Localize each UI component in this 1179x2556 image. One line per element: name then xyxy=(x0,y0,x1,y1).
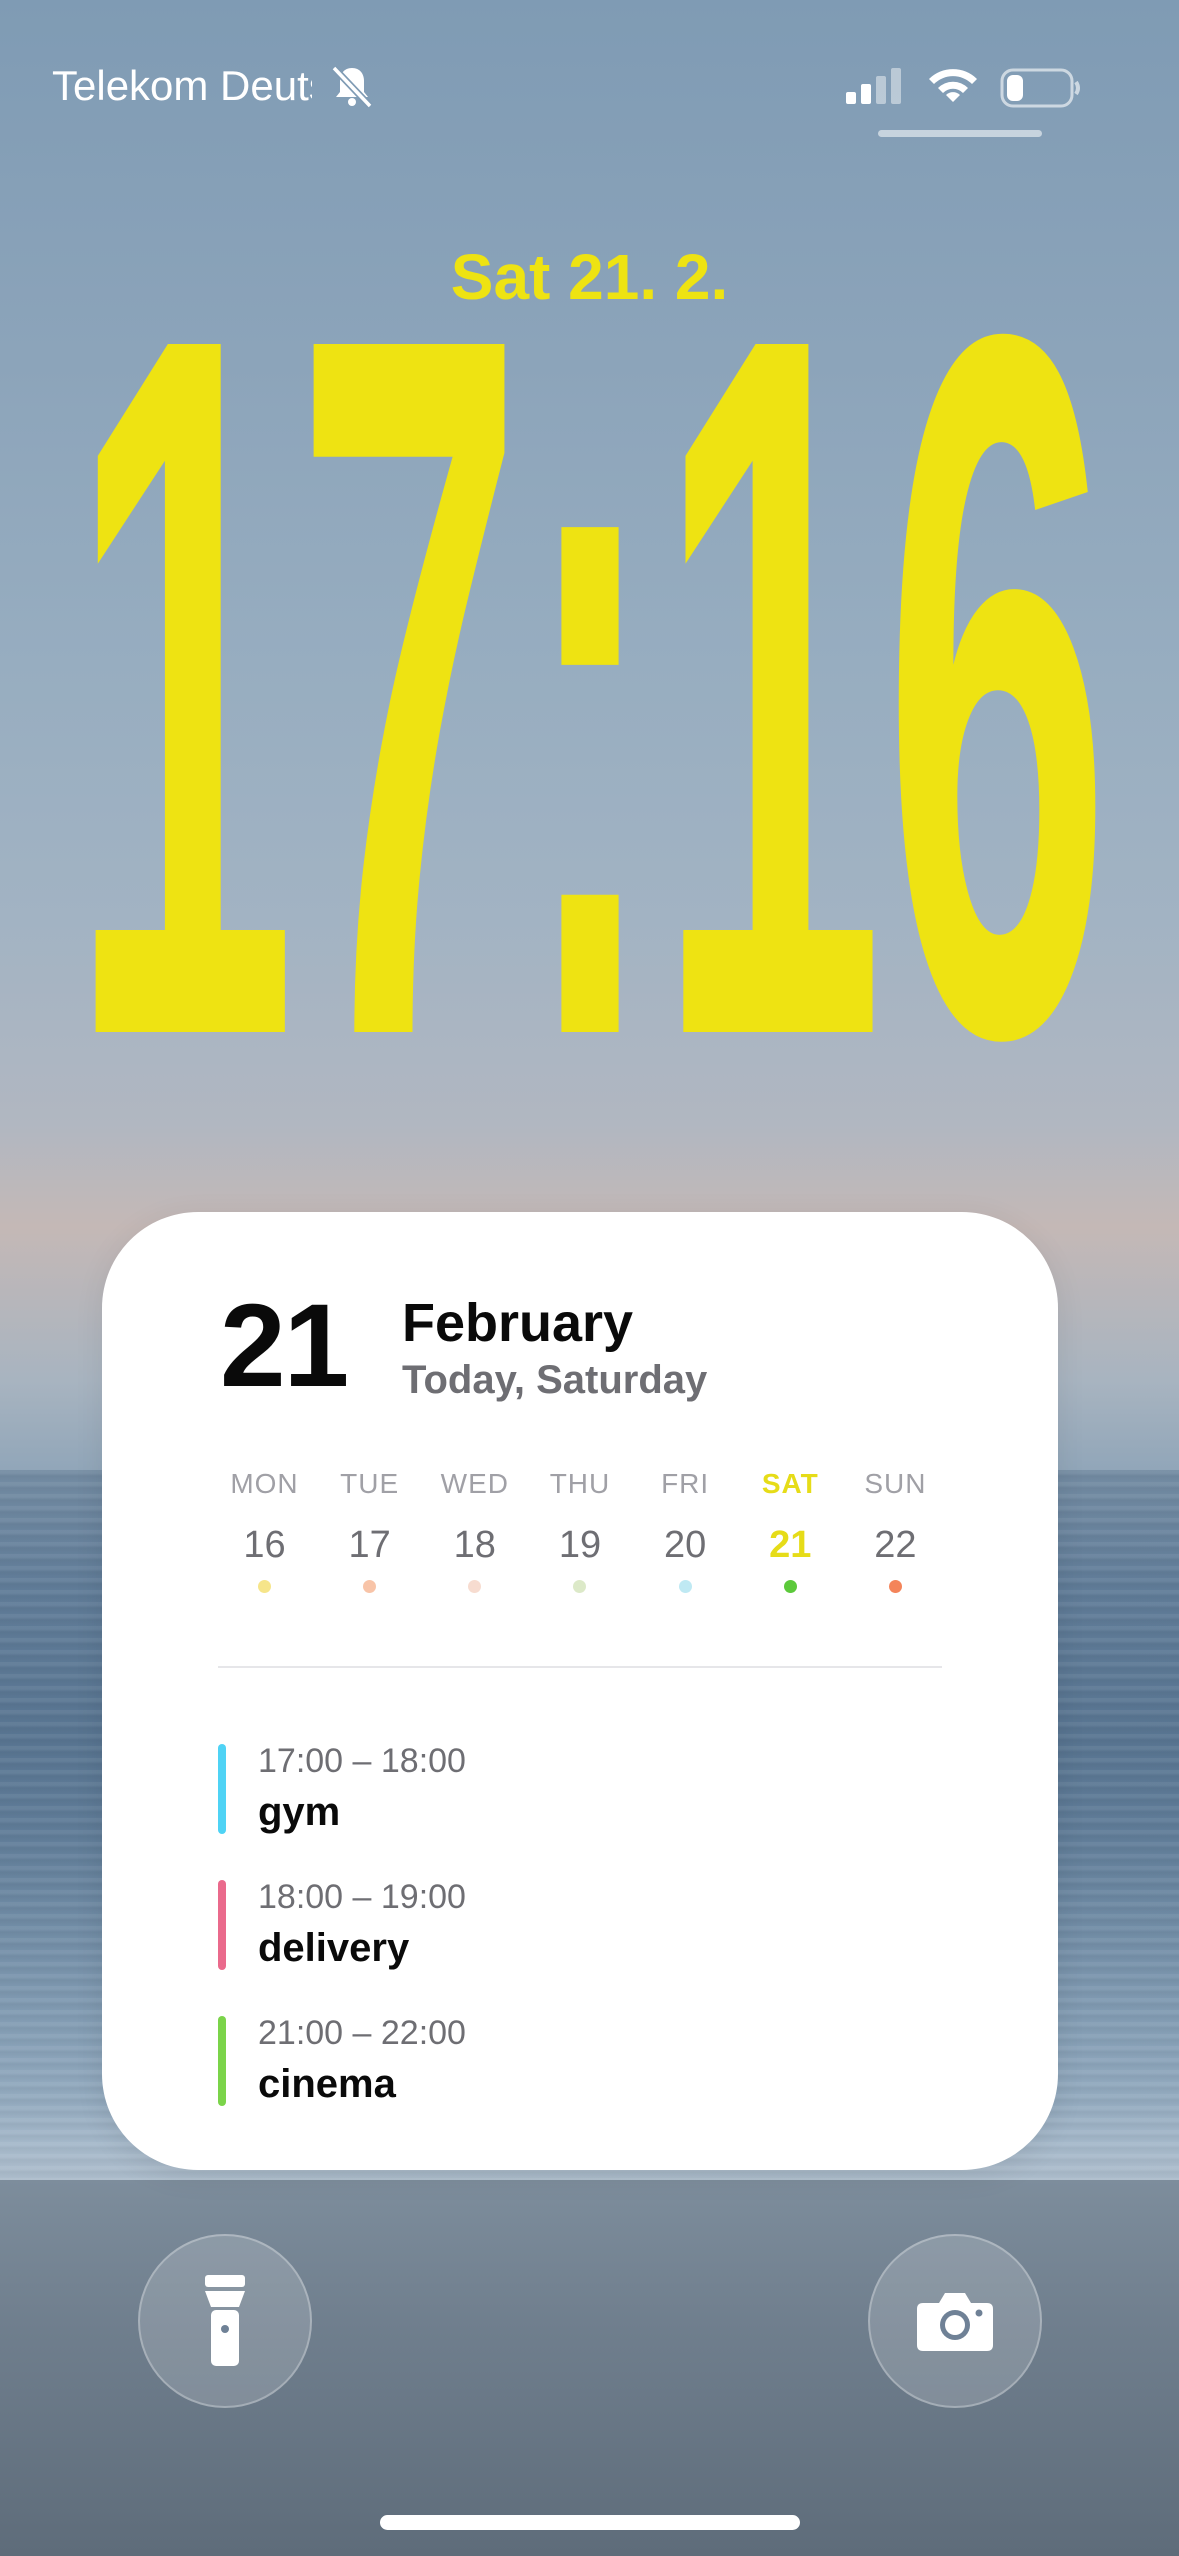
widget-day-number: 21 xyxy=(220,1280,349,1412)
event-time: 17:00 – 18:00 xyxy=(258,1742,466,1780)
week-day: SUN 22 xyxy=(843,1468,948,1608)
event-color-bar xyxy=(218,1880,226,1970)
week-day: MON 16 xyxy=(212,1468,317,1608)
flashlight-button[interactable] xyxy=(138,2234,312,2408)
weekday-date: 20 xyxy=(663,1524,707,1566)
weekday-name: TUE xyxy=(340,1468,400,1499)
event-title: gym xyxy=(258,1790,341,1834)
status-indicator-bar xyxy=(878,130,1042,137)
event-dot xyxy=(678,1580,692,1593)
weekday-name: FRI xyxy=(661,1468,710,1499)
camera-button[interactable] xyxy=(868,2234,1042,2408)
divider xyxy=(218,1666,942,1668)
event-time: 18:00 – 19:00 xyxy=(258,1878,466,1916)
week-day: THU 19 xyxy=(527,1468,632,1608)
week-strip: MON 16 TUE 17 WED 18 THU 19 FRI 20 SAT 2… xyxy=(212,1468,948,1608)
event-color-bar xyxy=(218,2016,226,2106)
lock-time-text: 17:16 xyxy=(70,290,1110,1090)
calendar-widget[interactable]: 21 February Today, Saturday MON 16 TUE 1… xyxy=(102,1212,1058,2170)
weekday-name: SAT xyxy=(761,1468,819,1499)
home-indicator[interactable] xyxy=(380,2515,800,2530)
camera-icon xyxy=(917,2293,993,2351)
event-list: 17:00 – 18:00 gym 18:00 – 19:00 delivery… xyxy=(218,1740,958,2148)
widget-today-label: Today, Saturday xyxy=(402,1358,708,1402)
week-day: FRI 20 xyxy=(633,1468,738,1608)
event-item[interactable]: 21:00 – 22:00 cinema xyxy=(218,2012,958,2148)
weekday-name: THU xyxy=(549,1468,611,1499)
week-day: TUE 17 xyxy=(317,1468,422,1608)
weekday-date: 21 xyxy=(769,1524,812,1566)
event-title: delivery xyxy=(258,1926,410,1970)
wifi-icon xyxy=(929,69,977,102)
weekday-name: MON xyxy=(230,1468,299,1499)
carrier-name: Telekom Deutschland xyxy=(52,62,312,109)
weekday-date: 16 xyxy=(243,1524,286,1566)
event-title: cinema xyxy=(258,2062,396,2106)
event-dot xyxy=(258,1580,271,1593)
event-dot xyxy=(783,1580,797,1593)
event-dot xyxy=(468,1580,482,1593)
week-day: WED 18 xyxy=(422,1468,527,1608)
event-dot xyxy=(363,1580,377,1593)
event-dot xyxy=(573,1580,587,1593)
weekday-name: WED xyxy=(440,1468,509,1499)
weekday-date: 17 xyxy=(348,1524,391,1566)
week-day-today: SAT 21 xyxy=(738,1468,843,1608)
lock-time: 17:16 xyxy=(70,290,1110,1090)
event-item[interactable]: 18:00 – 19:00 delivery xyxy=(218,1876,958,2012)
event-dot xyxy=(888,1580,902,1593)
lock-screen: Telekom Deutschland Sat 21. 2. 17:16 21 … xyxy=(0,0,1179,2556)
event-item[interactable]: 17:00 – 18:00 gym xyxy=(218,1740,958,1876)
mute-bell-icon xyxy=(331,65,373,109)
event-color-bar xyxy=(218,1744,226,1834)
weekday-date: 22 xyxy=(874,1524,917,1566)
flashlight-icon xyxy=(205,2275,245,2366)
widget-month: February xyxy=(402,1293,634,1353)
battery-icon xyxy=(1000,68,1080,108)
weekday-date: 18 xyxy=(453,1524,496,1566)
weekday-date: 19 xyxy=(558,1524,602,1566)
cellular-signal-icon xyxy=(846,68,901,104)
weekday-name: SUN xyxy=(864,1468,927,1499)
event-time: 21:00 – 22:00 xyxy=(258,2014,466,2052)
